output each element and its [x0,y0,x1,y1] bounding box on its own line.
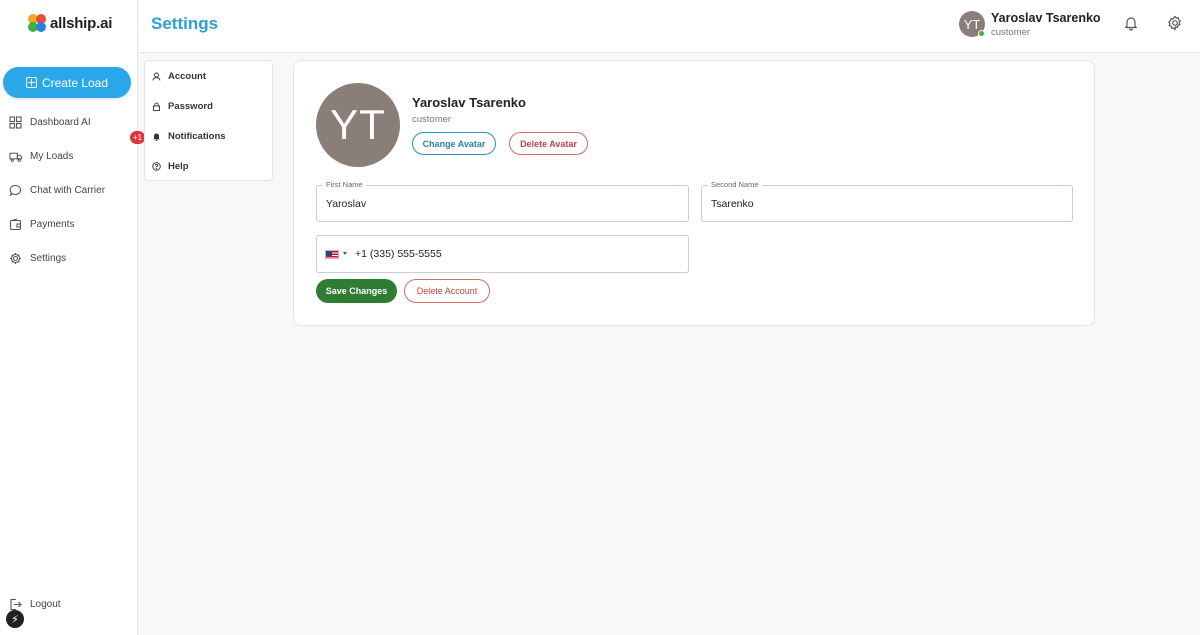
sidebar-item-dashboard-ai[interactable]: Dashboard AI [0,105,138,139]
account-card: YT Yaroslav Tsarenko customer Change Ava… [293,60,1095,326]
first-name-label: First Name [323,180,366,189]
us-flag-icon[interactable] [325,250,339,259]
menu-item-label: Help [168,160,189,172]
settings-menu-password[interactable]: Password [145,91,272,121]
sidebar-item-settings[interactable]: Settings [0,241,138,275]
sidebar-item-chat-with-carrier[interactable]: Chat with Carrier [0,173,138,207]
logout-button[interactable]: Logout [9,598,61,611]
settings-menu-account[interactable]: Account [145,61,272,91]
profile-role: customer [412,114,452,125]
online-status-dot [978,30,985,37]
settings-menu-help[interactable]: Help [145,151,272,181]
sidebar-item-my-loads[interactable]: My Loads [0,139,138,173]
delete-account-button[interactable]: Delete Account [404,279,490,303]
sidebar-item-label: Settings [30,252,67,264]
profile-name: Yaroslav Tsarenko [412,95,526,110]
lightning-icon[interactable]: ⚡︎ [6,610,24,628]
save-changes-button[interactable]: Save Changes [316,279,397,303]
plus-square-icon [25,77,37,88]
brand-name: allship.ai [50,14,113,32]
wallet-icon [9,217,22,231]
profile-avatar: YT [316,83,400,167]
create-load-label: Create Load [41,75,109,90]
sidebar-item-label: Chat with Carrier [30,184,106,196]
sidebar-item-label: Dashboard AI [30,116,91,128]
second-name-value: Tsarenko [711,198,754,210]
settings-gear-icon[interactable] [1167,15,1183,31]
logo[interactable]: allship.ai [28,14,112,32]
phone-value: +1 (335) 555-5555 [355,248,442,260]
sidebar-item-payments[interactable]: Payments [0,207,138,241]
top-header: Settings YT Yaroslav Tsarenko customer [139,0,1200,53]
menu-item-label: Account [168,70,206,82]
gear-icon [9,252,22,265]
logout-label: Logout [30,599,61,610]
page-title: Settings [151,14,219,33]
bell-icon [152,132,161,141]
settings-menu: Account Password Notifications Help [144,60,273,181]
create-load-button[interactable]: Create Load [3,67,131,98]
app-root: allship.ai Create Load Dashboard AI My L… [0,0,1200,635]
truck-icon [9,150,22,163]
menu-item-label: Notifications [168,130,226,142]
delete-avatar-button[interactable]: Delete Avatar [509,132,588,155]
first-name-field[interactable]: First Name Yaroslav [316,180,689,222]
country-dropdown-caret-icon[interactable] [343,252,347,255]
second-name-label: Second Name [708,180,762,189]
menu-item-label: Password [168,100,213,112]
user-icon [152,72,161,81]
lock-icon [152,102,161,111]
settings-menu-notifications[interactable]: Notifications [145,121,272,151]
chat-icon [9,184,22,197]
first-name-value: Yaroslav [326,198,367,210]
notification-badge: +1 [130,131,145,144]
second-name-field[interactable]: Second Name Tsarenko [701,180,1073,222]
grid-icon [9,115,22,129]
sidebar-nav: Dashboard AI My Loads Chat with Carrier … [0,105,138,275]
logo-icon [28,14,46,32]
phone-field[interactable]: +1 (335) 555-5555 [316,235,689,273]
user-name: Yaroslav Tsarenko [991,11,1101,25]
change-avatar-button[interactable]: Change Avatar [412,132,496,155]
notifications-bell-icon[interactable] [1123,15,1139,31]
sidebar: allship.ai Create Load Dashboard AI My L… [0,0,138,635]
user-role: customer [991,27,1031,38]
sidebar-item-label: Payments [30,218,75,230]
help-icon [152,161,161,171]
sidebar-item-label: My Loads [30,150,74,162]
